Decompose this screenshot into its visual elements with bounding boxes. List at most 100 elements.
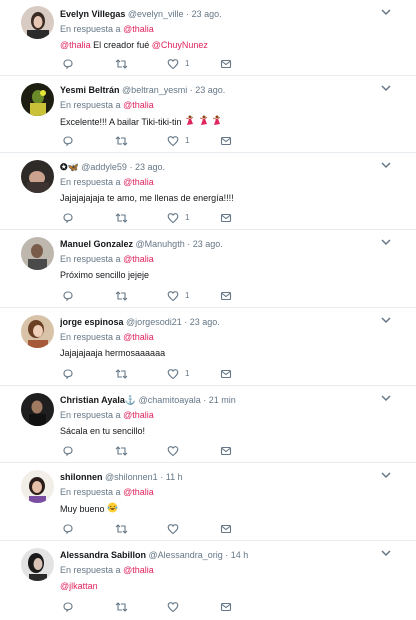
- like-button[interactable]: [167, 600, 185, 614]
- retweet-button[interactable]: [115, 444, 128, 458]
- display-name[interactable]: Evelyn Villegas: [60, 9, 125, 19]
- timestamp[interactable]: 23 ago.: [195, 85, 225, 95]
- display-name[interactable]: Alessandra Sabillon: [60, 550, 146, 560]
- chevron-down-icon[interactable]: [380, 236, 392, 248]
- reply-to-mention[interactable]: @thalia: [123, 254, 154, 264]
- like-button[interactable]: 1: [167, 367, 189, 381]
- text-body: Sácala en tu sencillo!: [60, 426, 146, 436]
- reply-to-mention[interactable]: @thalia: [123, 24, 154, 34]
- text-mention[interactable]: @jlkattan: [60, 581, 98, 591]
- username[interactable]: @jorgesodi21: [126, 317, 182, 327]
- reply-to-mention[interactable]: @thalia: [123, 177, 154, 187]
- display-name[interactable]: ✪🦋: [60, 162, 79, 172]
- reply-to-mention[interactable]: @thalia: [123, 487, 154, 497]
- tweet[interactable]: jorge espinosa @jorgesodi21 · 23 ago. En…: [0, 308, 416, 386]
- reply-icon: [63, 524, 73, 535]
- reply-button[interactable]: [62, 289, 74, 303]
- tweet[interactable]: Alessandra Sabillon @Alessandra_orig · 1…: [0, 541, 416, 620]
- chevron-down-icon[interactable]: [380, 547, 392, 559]
- reply-context: En respuesta a @thalia: [60, 409, 154, 421]
- reply-to-mention[interactable]: @thalia: [123, 332, 154, 342]
- tweet-actions: [60, 522, 240, 536]
- reply-context: En respuesta a @thalia: [60, 176, 154, 188]
- username[interactable]: @shilonnen1: [105, 472, 158, 482]
- like-button[interactable]: 1: [167, 289, 189, 303]
- reply-button[interactable]: [62, 367, 74, 381]
- display-name[interactable]: Yesmi Beltrán: [60, 85, 120, 95]
- text-mention[interactable]: @thalia: [60, 40, 91, 50]
- reply-to-mention[interactable]: @thalia: [123, 565, 154, 575]
- display-name[interactable]: Manuel Gonzalez: [60, 239, 133, 249]
- avatar[interactable]: [21, 393, 54, 426]
- reply-button[interactable]: [62, 444, 74, 458]
- tweet[interactable]: Yesmi Beltrán @beltran_yesmi · 23 ago. E…: [0, 76, 416, 153]
- reply-button[interactable]: [62, 522, 74, 536]
- chevron-down-icon[interactable]: [380, 159, 392, 171]
- timestamp[interactable]: 11 h: [166, 472, 183, 482]
- avatar[interactable]: [21, 160, 54, 193]
- direct-message-button[interactable]: [220, 211, 232, 225]
- display-name[interactable]: shilonnen: [60, 472, 103, 482]
- username[interactable]: @evelyn_ville: [128, 9, 184, 19]
- reply-prefix: En respuesta a: [60, 254, 121, 264]
- tweet[interactable]: Christian Ayala⚓ @chamitoayala · 21 min …: [0, 386, 416, 463]
- chevron-down-icon[interactable]: [380, 469, 392, 481]
- retweet-button[interactable]: [115, 289, 128, 303]
- direct-message-button[interactable]: [220, 522, 232, 536]
- reply-to-mention[interactable]: @thalia: [123, 410, 154, 420]
- retweet-button[interactable]: [115, 134, 128, 148]
- chevron-down-icon[interactable]: [380, 82, 392, 94]
- timestamp[interactable]: 23 ago.: [192, 9, 222, 19]
- direct-message-button[interactable]: [220, 600, 232, 614]
- like-button[interactable]: 1: [167, 211, 189, 225]
- username[interactable]: @Alessandra_orig: [149, 550, 223, 560]
- heart-icon: [167, 136, 179, 147]
- tweet[interactable]: ✪🦋 @addyle59 · 23 ago. En respuesta a @t…: [0, 153, 416, 230]
- like-button[interactable]: [167, 444, 185, 458]
- reply-button[interactable]: [62, 211, 74, 225]
- timestamp[interactable]: 23 ago.: [135, 162, 165, 172]
- like-button[interactable]: [167, 522, 185, 536]
- like-button[interactable]: 1: [167, 134, 189, 148]
- text-mention[interactable]: @ChuyNunez: [152, 40, 208, 50]
- retweet-button[interactable]: [115, 600, 128, 614]
- reply-button[interactable]: [62, 134, 74, 148]
- avatar[interactable]: [21, 470, 54, 503]
- like-button[interactable]: 1: [167, 57, 189, 71]
- avatar[interactable]: [21, 548, 54, 581]
- direct-message-button[interactable]: [220, 367, 232, 381]
- username[interactable]: @beltran_yesmi: [122, 85, 187, 95]
- chevron-down-icon[interactable]: [380, 6, 392, 18]
- tweet[interactable]: Evelyn Villegas @evelyn_ville · 23 ago. …: [0, 0, 416, 76]
- direct-message-button[interactable]: [220, 134, 232, 148]
- avatar[interactable]: [21, 6, 54, 39]
- chevron-down-icon[interactable]: [380, 314, 392, 326]
- reply-button[interactable]: [62, 600, 74, 614]
- username[interactable]: @addyle59: [81, 162, 127, 172]
- chevron-down-icon[interactable]: [380, 392, 392, 404]
- timestamp[interactable]: 14 h: [231, 550, 249, 560]
- timestamp[interactable]: 23 ago.: [190, 317, 220, 327]
- reply-to-mention[interactable]: @thalia: [123, 100, 154, 110]
- reply-button[interactable]: [62, 57, 74, 71]
- avatar[interactable]: [21, 237, 54, 270]
- timestamp[interactable]: 21 min: [209, 395, 236, 405]
- avatar[interactable]: [21, 83, 54, 116]
- tweet[interactable]: shilonnen @shilonnen1 · 11 h En respuest…: [0, 463, 416, 541]
- tweet-actions: 1: [60, 57, 240, 71]
- avatar[interactable]: [21, 315, 54, 348]
- username[interactable]: @chamitoayala: [139, 395, 201, 405]
- timestamp[interactable]: 23 ago.: [193, 239, 223, 249]
- retweet-button[interactable]: [115, 367, 128, 381]
- username[interactable]: @Manuhgth: [136, 239, 185, 249]
- retweet-button[interactable]: [115, 522, 128, 536]
- direct-message-button[interactable]: [220, 289, 232, 303]
- tweet[interactable]: Manuel Gonzalez @Manuhgth · 23 ago. En r…: [0, 230, 416, 308]
- display-name[interactable]: jorge espinosa: [60, 317, 124, 327]
- retweet-button[interactable]: [115, 211, 128, 225]
- direct-message-button[interactable]: [220, 57, 232, 71]
- direct-message-button[interactable]: [220, 444, 232, 458]
- reply-icon: [63, 213, 73, 224]
- display-name[interactable]: Christian Ayala⚓: [60, 395, 136, 405]
- retweet-button[interactable]: [115, 57, 128, 71]
